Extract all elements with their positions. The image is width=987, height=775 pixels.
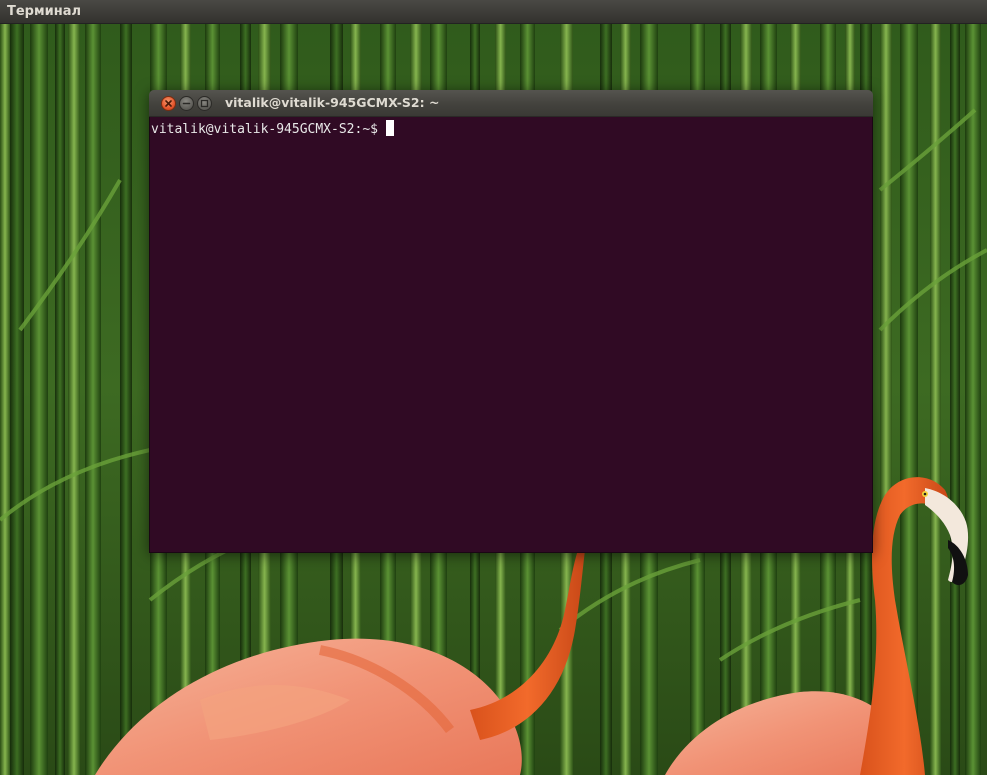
terminal-output-area[interactable]: vitalik@vitalik-945GCMX-S2:~$ <box>149 117 873 553</box>
minimize-icon <box>182 102 191 105</box>
top-panel: Терминал <box>0 0 987 24</box>
close-button[interactable] <box>161 96 176 111</box>
close-icon <box>165 100 172 107</box>
text-cursor <box>385 120 394 136</box>
maximize-icon <box>200 99 209 108</box>
minimize-button[interactable] <box>179 96 194 111</box>
terminal-window[interactable]: vitalik@vitalik-945GCMX-S2: ~ vitalik@vi… <box>149 90 873 553</box>
window-titlebar[interactable]: vitalik@vitalik-945GCMX-S2: ~ <box>149 90 873 117</box>
maximize-button[interactable] <box>197 96 212 111</box>
active-app-title[interactable]: Терминал <box>7 3 81 20</box>
shell-prompt: vitalik@vitalik-945GCMX-S2:~$ <box>151 122 378 137</box>
terminal-prompt-line: vitalik@vitalik-945GCMX-S2:~$ <box>151 120 394 139</box>
desktop: Терминал vitalik@vitalik-945GCMX-S2: ~ v… <box>0 0 987 775</box>
window-title: vitalik@vitalik-945GCMX-S2: ~ <box>225 95 440 110</box>
